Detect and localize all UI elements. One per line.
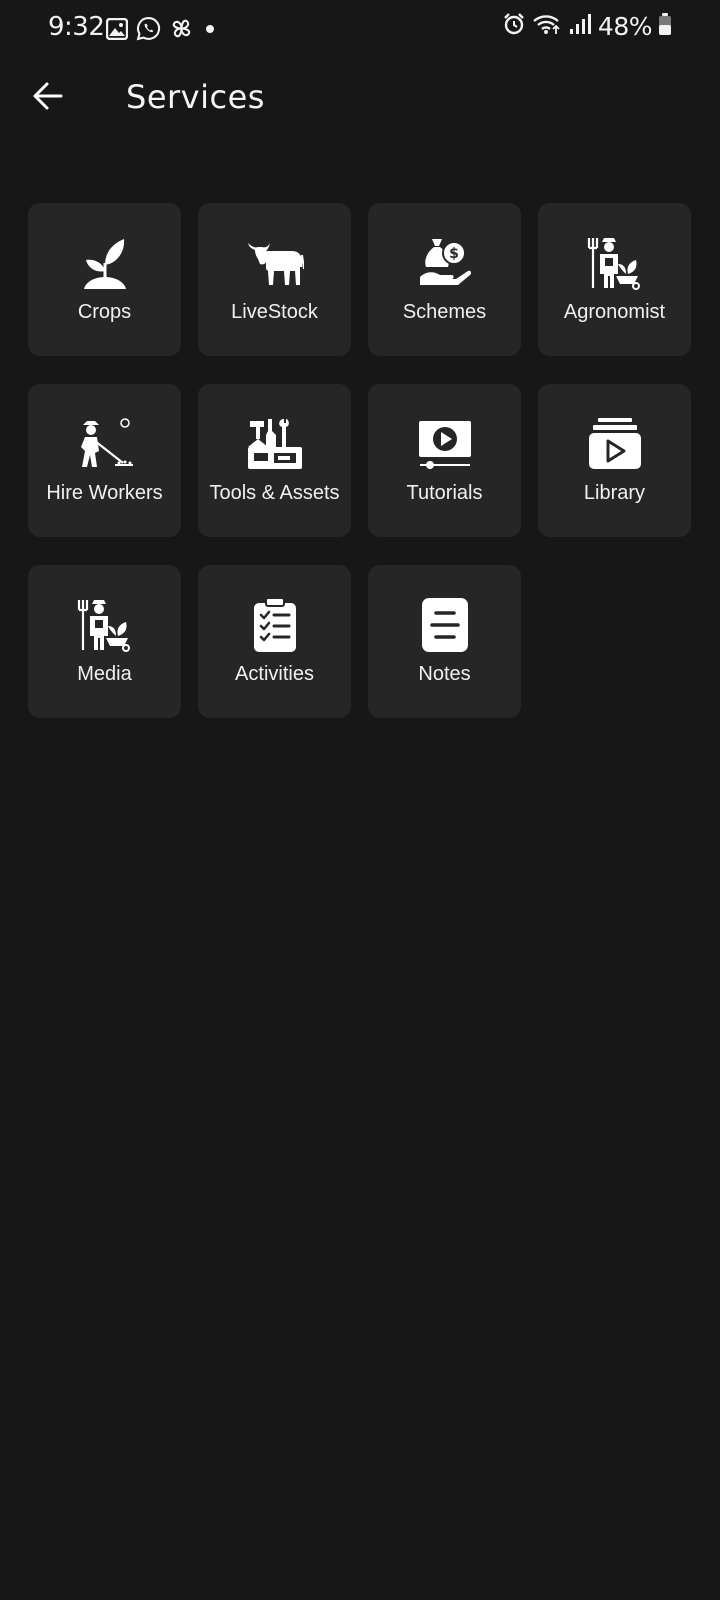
service-tile-crops[interactable]: Crops [28, 203, 181, 356]
status-time: 9:32 [48, 12, 105, 42]
service-label: Agronomist [563, 301, 666, 323]
service-label: Tools & Assets [209, 482, 340, 504]
app-bar: Services [0, 58, 720, 138]
farmer-wheelbarrow-icon [75, 597, 135, 653]
toolbox-icon [245, 416, 305, 472]
cow-icon [245, 235, 305, 291]
service-tile-tools-assets[interactable]: Tools & Assets [198, 384, 351, 537]
services-grid: Crops LiveStock $ Schemes Agronomist Hir… [28, 203, 692, 718]
page-title: Services [126, 78, 265, 116]
service-label: Library [583, 482, 646, 504]
gallery-icon [106, 17, 128, 40]
clipboard-checklist-icon [245, 597, 305, 653]
status-bar: 9:32 48% [0, 0, 720, 58]
service-tile-tutorials[interactable]: Tutorials [368, 384, 521, 537]
service-label: Crops [77, 301, 132, 323]
service-tile-schemes[interactable]: $ Schemes [368, 203, 521, 356]
note-icon [415, 597, 475, 653]
service-label: Hire Workers [46, 482, 163, 504]
battery-percentage: 48% [597, 12, 653, 41]
farmer-wheelbarrow-icon [585, 235, 645, 291]
service-tile-activities[interactable]: Activities [198, 565, 351, 718]
video-player-icon [415, 416, 475, 472]
pinwheel-icon [169, 16, 194, 41]
video-library-icon [585, 416, 645, 472]
money-bag-hand-icon: $ [415, 235, 475, 291]
service-tile-notes[interactable]: Notes [368, 565, 521, 718]
service-tile-hire-workers[interactable]: Hire Workers [28, 384, 181, 537]
worker-raking-icon [75, 416, 135, 472]
service-label: Activities [235, 663, 314, 685]
service-tile-agronomist[interactable]: Agronomist [538, 203, 691, 356]
service-label: LiveStock [231, 301, 318, 323]
arrow-left-icon [32, 80, 64, 117]
notification-icons [106, 16, 218, 41]
svg-text:$: $ [449, 246, 459, 262]
whatsapp-icon [136, 16, 161, 41]
service-label: Tutorials [406, 482, 483, 504]
service-label: Notes [418, 663, 471, 685]
system-status: 48% [502, 12, 672, 41]
service-label: Media [77, 663, 132, 685]
signal-icon [568, 12, 592, 41]
service-tile-library[interactable]: Library [538, 384, 691, 537]
sprout-icon [75, 235, 135, 291]
service-label: Schemes [402, 301, 487, 323]
battery-icon [658, 12, 672, 41]
service-tile-media[interactable]: Media [28, 565, 181, 718]
wifi-icon [532, 12, 562, 41]
service-tile-livestock[interactable]: LiveStock [198, 203, 351, 356]
back-button[interactable] [26, 76, 70, 120]
alarm-icon [502, 12, 526, 41]
dot-icon [202, 18, 218, 40]
